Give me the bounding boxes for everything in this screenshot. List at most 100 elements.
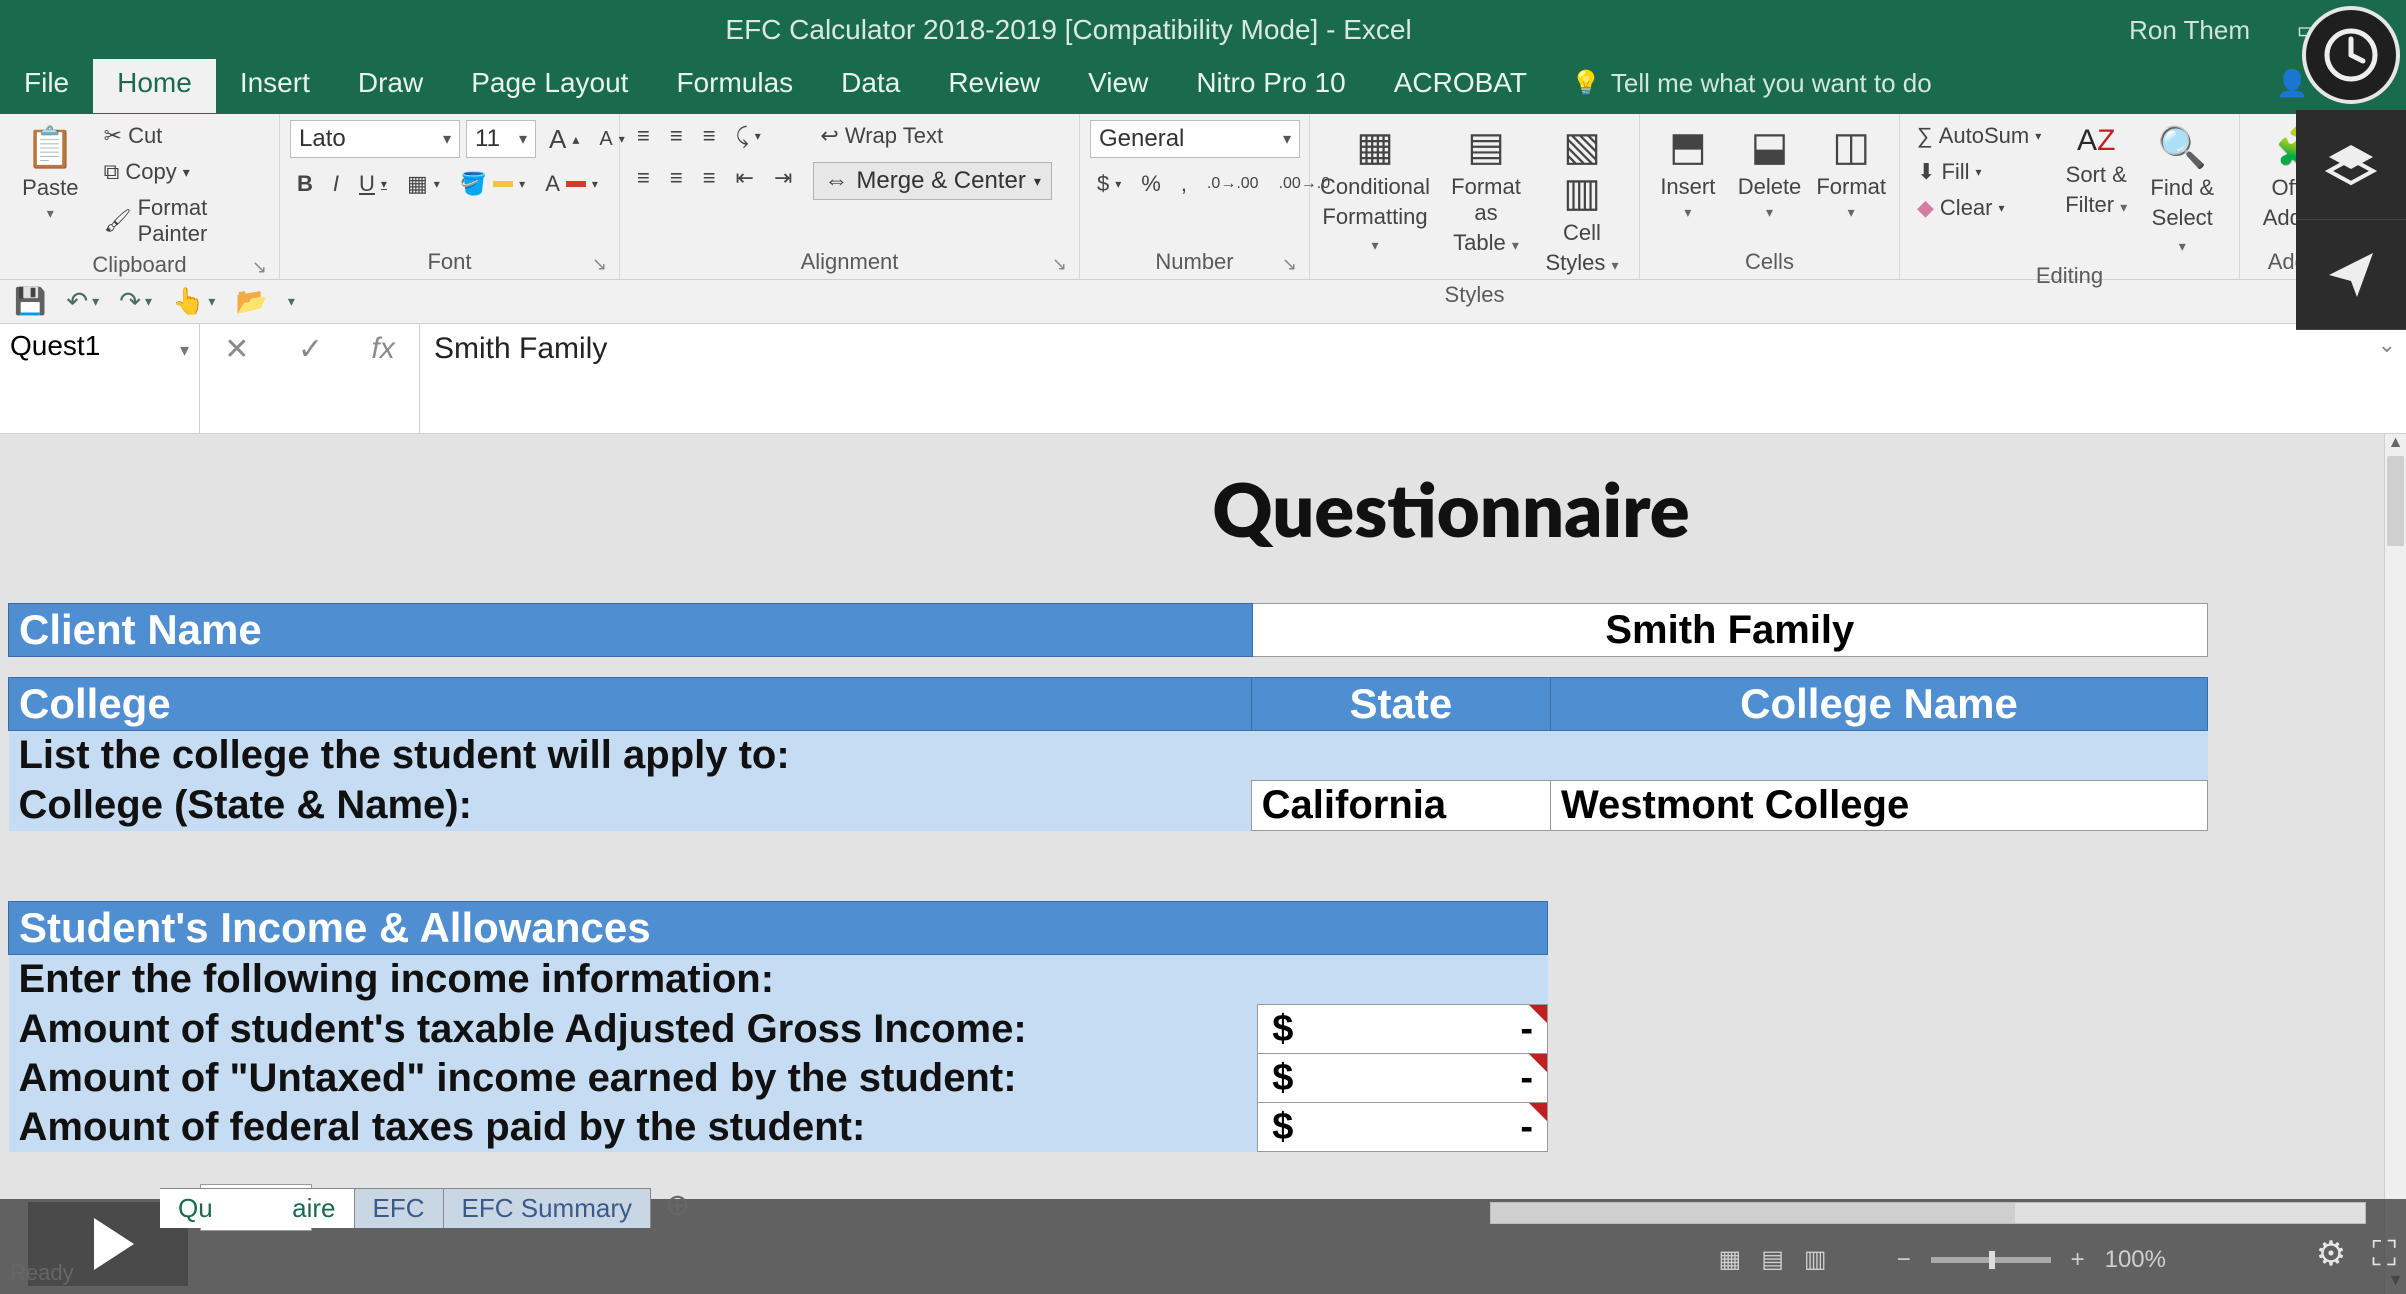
- orientation-button[interactable]: ⤹▾: [729, 120, 768, 152]
- decrease-indent-button[interactable]: ⇤: [729, 162, 761, 194]
- wrap-text-button[interactable]: ↩ Wrap Text: [813, 120, 1051, 152]
- income-row-amount[interactable]: $ -: [1258, 1054, 1548, 1103]
- copy-button[interactable]: ⧉ Copy▾: [97, 156, 269, 188]
- number-launcher-icon[interactable]: ↘: [1282, 254, 1297, 275]
- sort-filter-button[interactable]: AZ Sort & Filter ▾: [2058, 120, 2134, 222]
- qat-touch-mode-button[interactable]: 👆▾: [172, 286, 215, 317]
- video-settings-button[interactable]: ⚙: [2316, 1234, 2346, 1274]
- insert-cells-button[interactable]: ⬒ Insert▾: [1650, 120, 1726, 225]
- college-state-cell[interactable]: California: [1251, 781, 1550, 831]
- tell-me-search[interactable]: 💡 Tell me what you want to do: [1571, 68, 1932, 113]
- tab-draw[interactable]: Draw: [334, 59, 447, 113]
- align-bottom-button[interactable]: ≡: [696, 120, 723, 152]
- align-center-button[interactable]: ≡: [663, 162, 690, 194]
- italic-button[interactable]: I: [326, 168, 346, 200]
- sheet-tab-efc-summary[interactable]: EFC Summary: [444, 1188, 651, 1228]
- format-cells-button[interactable]: ◫ Format▾: [1813, 120, 1889, 225]
- qat-undo-button[interactable]: ↶▾: [66, 286, 99, 317]
- tab-page-layout[interactable]: Page Layout: [447, 59, 652, 113]
- qat-customize-button[interactable]: ▾: [288, 293, 295, 310]
- tell-me-placeholder: Tell me what you want to do: [1611, 68, 1932, 99]
- align-middle-button[interactable]: ≡: [663, 120, 690, 152]
- zoom-out-button[interactable]: −: [1897, 1246, 1911, 1274]
- tab-data[interactable]: Data: [817, 59, 924, 113]
- cancel-formula-button[interactable]: ✕: [224, 332, 249, 367]
- save-icon: 💾: [14, 286, 46, 317]
- horizontal-scrollbar[interactable]: [1490, 1202, 2366, 1224]
- font-color-button[interactable]: A ▾: [538, 168, 605, 200]
- qat-redo-button[interactable]: ↷▾: [119, 286, 152, 317]
- zoom-in-button[interactable]: +: [2071, 1246, 2085, 1274]
- insert-function-button[interactable]: fx: [371, 332, 394, 366]
- page-layout-view-button[interactable]: ▤: [1761, 1245, 1784, 1274]
- tab-home[interactable]: Home: [93, 59, 216, 113]
- tab-acrobat[interactable]: ACROBAT: [1370, 59, 1551, 113]
- align-right-button[interactable]: ≡: [696, 162, 723, 194]
- find-select-button[interactable]: 🔍 Find & Select ▾: [2144, 120, 2220, 261]
- sheet-tab-efc[interactable]: EFC: [355, 1188, 444, 1228]
- merge-center-button[interactable]: ⇔ Merge & Center ▾: [813, 162, 1051, 200]
- alignment-launcher-icon[interactable]: ↘: [1052, 254, 1067, 275]
- increase-indent-button[interactable]: ⇥: [767, 162, 799, 194]
- floating-send-button[interactable]: [2296, 220, 2406, 330]
- paste-button[interactable]: 📋 Paste ▾: [10, 120, 91, 226]
- zoom-slider-thumb[interactable]: [1989, 1251, 1995, 1269]
- cut-button[interactable]: ✂ Cut: [97, 120, 269, 152]
- font-launcher-icon[interactable]: ↘: [592, 254, 607, 275]
- vertical-scrollbar[interactable]: ▲ ▼: [2384, 434, 2406, 1294]
- scroll-thumb[interactable]: [2387, 456, 2404, 546]
- underline-button[interactable]: U▾: [352, 168, 394, 200]
- college-name-cell[interactable]: Westmont College: [1551, 781, 2208, 831]
- accounting-format-button[interactable]: $▾: [1090, 168, 1128, 200]
- zoom-level[interactable]: 100%: [2105, 1246, 2166, 1274]
- bold-button[interactable]: B: [290, 168, 320, 200]
- client-name-cell[interactable]: Smith Family: [1252, 604, 2207, 657]
- video-fullscreen-button[interactable]: ⛶: [2372, 1235, 2396, 1274]
- sheet-tab-questionnaire[interactable]: Qu aire: [160, 1188, 355, 1228]
- fill-color-button[interactable]: 🪣 ▾: [453, 168, 532, 200]
- signed-in-user[interactable]: Ron Them: [2129, 15, 2250, 46]
- page-break-view-button[interactable]: ▥: [1804, 1245, 1827, 1274]
- tab-nitro-pro[interactable]: Nitro Pro 10: [1172, 59, 1369, 113]
- autosum-button[interactable]: ∑ AutoSum▾: [1910, 120, 2048, 152]
- tab-file[interactable]: File: [0, 59, 93, 113]
- number-format-combo[interactable]: General▾: [1090, 120, 1300, 158]
- tab-view[interactable]: View: [1064, 59, 1172, 113]
- fill-down-icon: ⬇: [1917, 159, 1935, 185]
- enter-formula-button[interactable]: ✓: [298, 332, 323, 367]
- state-header: State: [1251, 678, 1550, 731]
- floating-layers-button[interactable]: [2296, 110, 2406, 220]
- formula-bar-input[interactable]: Smith Family ⌄: [420, 324, 2406, 433]
- ribbon-tab-strip: File Home Insert Draw Page Layout Formul…: [0, 60, 2406, 114]
- format-as-table-button[interactable]: ▤ Format as Table ▾: [1436, 120, 1536, 260]
- increase-font-button[interactable]: A▴: [542, 121, 586, 158]
- tab-review[interactable]: Review: [924, 59, 1064, 113]
- delete-cells-button[interactable]: ⬓ Delete▾: [1732, 120, 1808, 225]
- normal-view-button[interactable]: ▦: [1719, 1245, 1742, 1274]
- qat-save-button[interactable]: 💾: [14, 286, 46, 317]
- income-row-amount[interactable]: $ -: [1258, 1005, 1548, 1054]
- income-row-amount[interactable]: $ -: [1258, 1103, 1548, 1152]
- font-size-combo[interactable]: 11▾: [466, 120, 536, 158]
- comma-format-button[interactable]: ,: [1174, 168, 1194, 200]
- name-box[interactable]: Quest1▾: [0, 324, 200, 433]
- increase-decimal-button[interactable]: .0→.00: [1200, 172, 1266, 196]
- scroll-up-icon[interactable]: ▲: [2385, 434, 2406, 456]
- fill-button[interactable]: ⬇ Fill▾: [1910, 156, 2048, 188]
- tab-insert[interactable]: Insert: [216, 59, 334, 113]
- new-sheet-button[interactable]: ⊕: [651, 1188, 704, 1228]
- expand-formula-bar-button[interactable]: ⌄: [2378, 332, 2396, 358]
- clipboard-launcher-icon[interactable]: ↘: [252, 257, 267, 278]
- borders-button[interactable]: ▦▾: [400, 168, 447, 200]
- floating-history-button[interactable]: [2302, 6, 2400, 104]
- align-left-button[interactable]: ≡: [630, 162, 657, 194]
- percent-format-button[interactable]: %: [1134, 168, 1168, 200]
- font-name-combo[interactable]: Lato▾: [290, 120, 460, 158]
- cell-styles-button[interactable]: ▧ ▥ Cell Styles ▾: [1542, 120, 1622, 280]
- qat-open-button[interactable]: 📂: [235, 286, 267, 317]
- clear-button[interactable]: ◆ Clear▾: [1910, 192, 2048, 224]
- tab-formulas[interactable]: Formulas: [652, 59, 817, 113]
- align-top-button[interactable]: ≡: [630, 120, 657, 152]
- conditional-formatting-button[interactable]: ▦ Conditional Formatting ▾: [1320, 120, 1430, 260]
- format-painter-button[interactable]: 🖌 Format Painter: [97, 192, 269, 250]
